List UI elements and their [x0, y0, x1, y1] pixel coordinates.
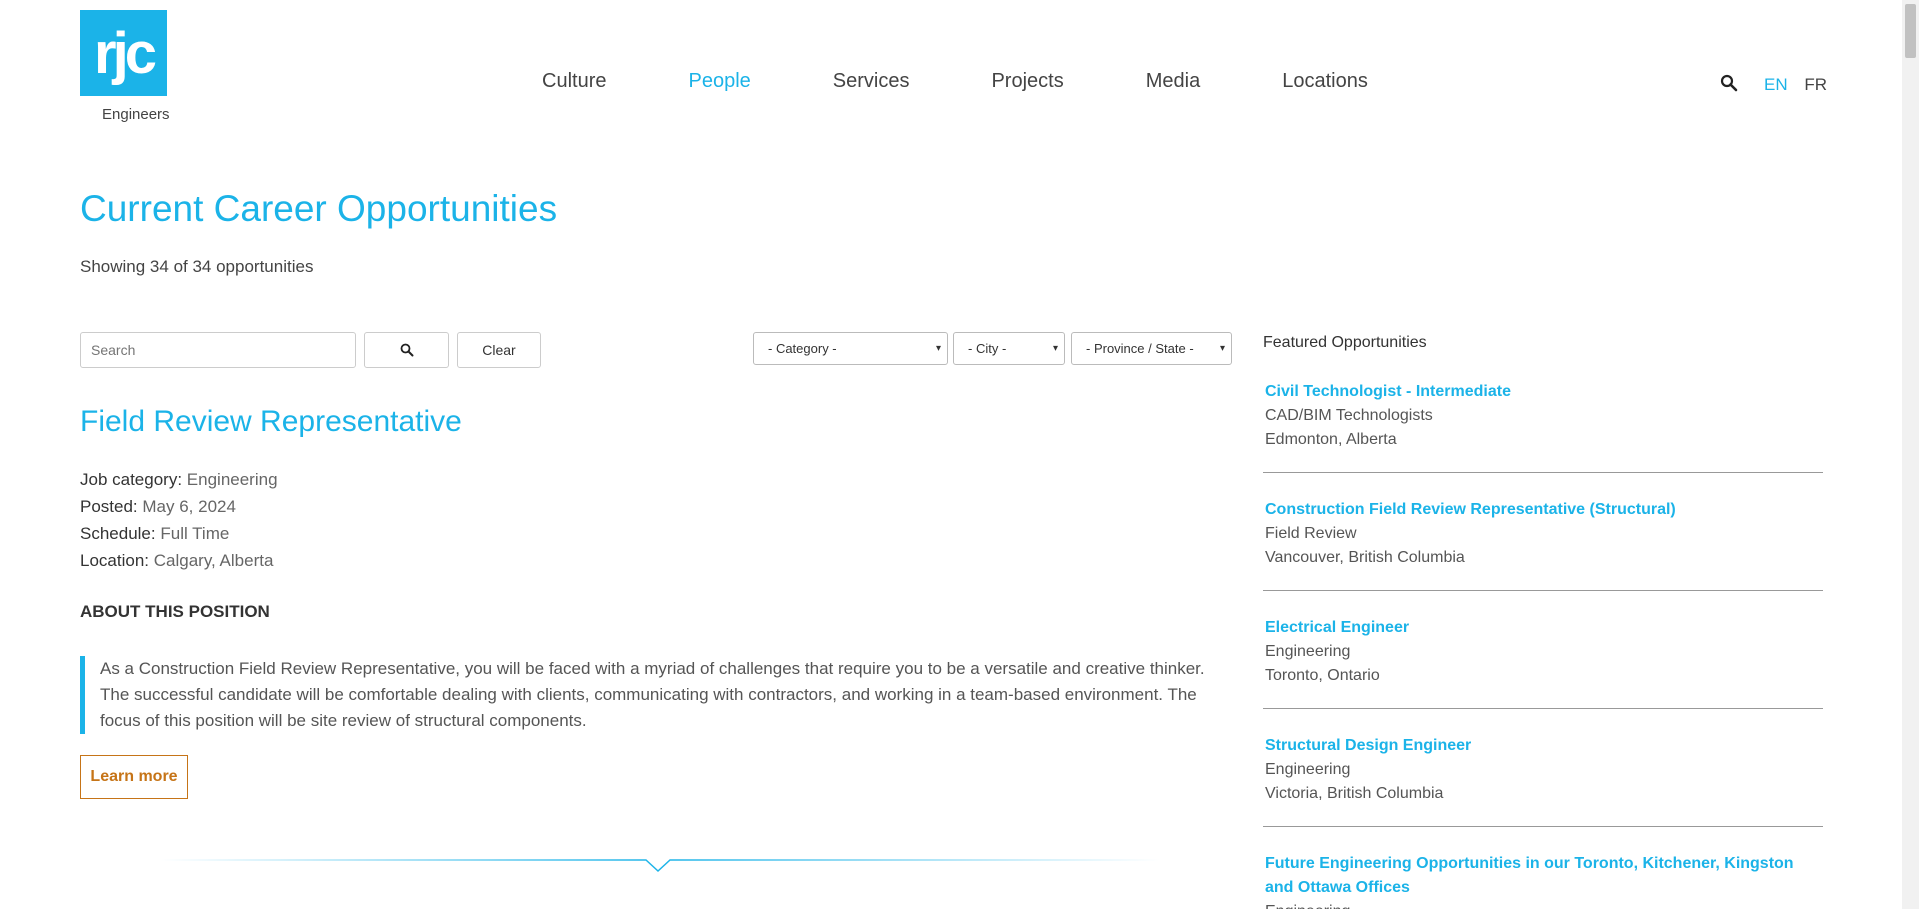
nav-services[interactable]: Services: [833, 70, 910, 93]
job-location-value: Calgary, Alberta: [153, 551, 274, 570]
featured-item-category: Engineering: [1265, 761, 1351, 778]
chevron-down-icon: ▾: [1219, 343, 1225, 354]
featured-divider: [1263, 590, 1823, 591]
learn-more-button[interactable]: Learn more: [80, 755, 188, 799]
search-icon[interactable]: [1720, 74, 1738, 92]
job-title-link[interactable]: Field Review Representative: [80, 405, 462, 439]
results-count: Showing 34 of 34 opportunities: [80, 257, 314, 276]
featured-item-category: CAD/BIM Technologists: [1265, 407, 1433, 424]
clear-button[interactable]: Clear: [457, 332, 541, 368]
featured-item-title[interactable]: Electrical Engineer: [1265, 616, 1823, 640]
about-heading: ABOUT THIS POSITION: [80, 602, 270, 621]
province-select-value: - Province / State -: [1086, 341, 1194, 356]
nav-projects[interactable]: Projects: [991, 70, 1063, 93]
lang-fr[interactable]: FR: [1804, 75, 1827, 94]
logo-text: rjc: [94, 20, 157, 86]
job-description: As a Construction Field Review Represent…: [80, 656, 1220, 734]
job-schedule-label: Schedule:: [80, 524, 156, 543]
logo-subtitle: Engineers: [102, 106, 170, 123]
scrollbar-thumb[interactable]: [1905, 4, 1916, 58]
category-select[interactable]: - Category - ▾: [753, 332, 948, 365]
section-divider: [160, 859, 1160, 873]
job-category-value: Engineering: [186, 470, 278, 489]
job-posted-row: Posted: May 6, 2024: [80, 493, 278, 520]
featured-item-category: Engineering: [1265, 643, 1351, 660]
job-schedule-row: Schedule: Full Time: [80, 520, 278, 547]
featured-item-location: Victoria, British Columbia: [1265, 785, 1444, 802]
featured-item-category: Engineering: [1265, 900, 1823, 909]
featured-item: Structural Design Engineer Engineering V…: [1265, 734, 1823, 806]
nav-people[interactable]: People: [688, 70, 750, 93]
job-location-label: Location:: [80, 551, 149, 570]
page-scrollbar[interactable]: [1902, 0, 1919, 909]
search-input[interactable]: [80, 332, 356, 368]
featured-item: Construction Field Review Representative…: [1265, 498, 1823, 570]
category-select-value: - Category -: [768, 341, 837, 356]
job-category-label: Job category:: [80, 470, 183, 489]
featured-item-location: Edmonton, Alberta: [1265, 431, 1397, 448]
chevron-down-icon: ▾: [1052, 343, 1058, 354]
nav-culture[interactable]: Culture: [542, 70, 606, 93]
featured-item-title[interactable]: Structural Design Engineer: [1265, 734, 1823, 758]
featured-item-title[interactable]: Construction Field Review Representative…: [1265, 498, 1823, 522]
featured-item: Electrical Engineer Engineering Toronto,…: [1265, 616, 1823, 688]
province-select[interactable]: - Province / State - ▾: [1071, 332, 1232, 365]
featured-item-location: Toronto, Ontario: [1265, 667, 1380, 684]
job-location-row: Location: Calgary, Alberta: [80, 547, 278, 574]
featured-item: Civil Technologist - Intermediate CAD/BI…: [1265, 380, 1823, 452]
featured-heading: Featured Opportunities: [1263, 334, 1427, 351]
search-button[interactable]: [364, 332, 449, 368]
city-select-value: - City -: [968, 341, 1007, 356]
chevron-down-icon: ▾: [935, 343, 941, 354]
search-icon: [400, 343, 413, 357]
featured-item-category: Field Review: [1265, 525, 1357, 542]
lang-en[interactable]: EN: [1764, 75, 1788, 94]
page-title: Current Career Opportunities: [80, 188, 558, 229]
featured-item: Future Engineering Opportunities in our …: [1265, 852, 1823, 909]
site-header: rjc Engineers Culture People Services Pr…: [0, 0, 1919, 140]
job-meta: Job category: Engineering Posted: May 6,…: [80, 466, 278, 574]
main-nav: Culture People Services Projects Media L…: [542, 70, 1450, 93]
nav-locations[interactable]: Locations: [1282, 70, 1368, 93]
job-posted-label: Posted:: [80, 497, 138, 516]
featured-divider: [1263, 826, 1823, 827]
rjc-logo[interactable]: rjc: [80, 10, 167, 96]
language-switcher: EN FR: [1764, 75, 1839, 95]
nav-media[interactable]: Media: [1146, 70, 1200, 93]
job-schedule-value: Full Time: [160, 524, 230, 543]
featured-divider: [1263, 708, 1823, 709]
job-posted-value: May 6, 2024: [142, 497, 236, 516]
featured-divider: [1263, 472, 1823, 473]
featured-item-title[interactable]: Future Engineering Opportunities in our …: [1265, 852, 1823, 900]
job-category-row: Job category: Engineering: [80, 466, 278, 493]
featured-item-location: Vancouver, British Columbia: [1265, 549, 1465, 566]
city-select[interactable]: - City - ▾: [953, 332, 1065, 365]
featured-item-title[interactable]: Civil Technologist - Intermediate: [1265, 380, 1823, 404]
